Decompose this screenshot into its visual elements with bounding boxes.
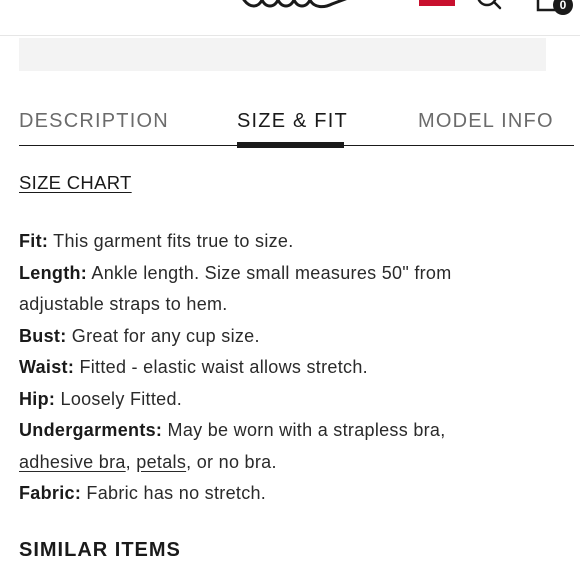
fabric-label: Fabric: [19, 483, 82, 503]
similar-items-heading: SIMILAR ITEMS [19, 539, 181, 561]
fabric-line: Fabric: Fabric has no stretch. [19, 478, 559, 510]
petals-link[interactable]: petals [136, 452, 186, 472]
lulus-logo[interactable] [236, 0, 356, 12]
undergarments-sep: , [125, 451, 137, 472]
length-line: Length: Ankle length. Size small measure… [19, 258, 559, 290]
bust-line: Bust: Great for any cup size. [19, 321, 559, 353]
hamburger-icon[interactable] [24, 0, 52, 2]
hip-line: Hip: Loosely Fitted. [19, 384, 559, 416]
undergarments-text-cont: , or no bra. [186, 451, 277, 472]
waist-label: Waist: [19, 357, 75, 377]
undergarments-line: Undergarments: May be worn with a strapl… [19, 415, 559, 447]
hip-label: Hip: [19, 388, 56, 409]
bust-label: Bust: [19, 325, 67, 346]
active-tab-indicator [237, 142, 344, 148]
length-line-cont: adjustable straps to hem. [19, 289, 559, 321]
undergarments-line-cont: adhesive bra, petals, or no bra. [19, 447, 559, 479]
adhesive-bra-link[interactable]: adhesive bra [19, 452, 126, 472]
tab-size-fit[interactable]: SIZE & FIT [237, 110, 348, 133]
us-flag-icon[interactable] [419, 0, 455, 6]
waist-text: Fitted - elastic waist allows stretch. [74, 357, 368, 377]
waist-line: Waist: Fitted - elastic waist allows str… [19, 352, 559, 384]
site-header: 0 [0, 0, 580, 36]
length-text: Ankle length. Size small measures 50" fr… [87, 262, 452, 283]
length-label: Length: [19, 262, 88, 283]
bust-text: Great for any cup size. [66, 325, 260, 346]
length-text-cont: adjustable straps to hem. [19, 294, 228, 314]
undergarments-label: Undergarments: [19, 420, 163, 440]
size-chart-link[interactable]: SIZE CHART [19, 172, 132, 194]
promo-strip [19, 38, 546, 71]
tab-description[interactable]: DESCRIPTION [19, 110, 169, 133]
tab-model-info[interactable]: MODEL INFO [418, 110, 554, 133]
hip-text: Loosely Fitted. [55, 388, 183, 409]
size-fit-details: Fit: This garment fits true to size. Len… [19, 226, 559, 510]
fabric-text: Fabric has no stretch. [81, 483, 267, 503]
fit-line: Fit: This garment fits true to size. [19, 226, 559, 258]
fit-text: This garment fits true to size. [48, 231, 294, 251]
undergarments-text: May be worn with a strapless bra, [162, 420, 446, 440]
search-icon[interactable] [474, 0, 504, 10]
fit-label: Fit: [19, 231, 49, 251]
